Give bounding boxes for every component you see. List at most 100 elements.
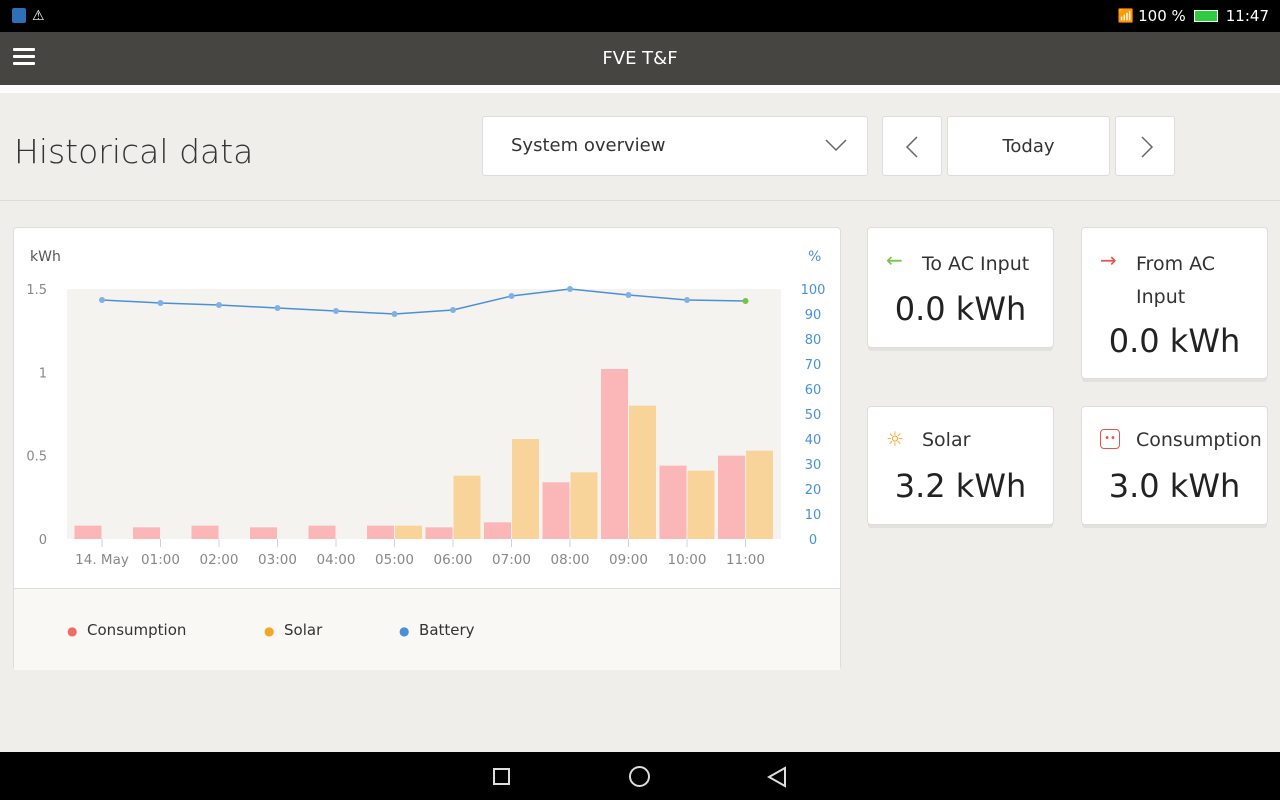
battery-point (684, 297, 690, 303)
x-tick-label: 03:00 (258, 552, 297, 568)
solar-bar (453, 475, 481, 539)
consumption-bar (191, 525, 219, 539)
y2-tick-label: 60 (805, 383, 822, 398)
history-chart-card: kWh% 0 0.5 1 1.5 0 10 20 30 40 50 60 70 80 90 100 14. Ma… (13, 227, 841, 670)
consumption-bar (133, 527, 160, 539)
card-label: Solar (922, 429, 971, 451)
back-button[interactable] (767, 766, 787, 788)
card-from-ac-input: → From AC Input 0.0 kWh (1081, 227, 1268, 379)
battery-percent: 100 % (1138, 7, 1186, 25)
home-button[interactable] (629, 766, 650, 787)
card-consumption: •• Consumption 3.0 kWh (1081, 406, 1268, 525)
x-tick-label: 02:00 (200, 552, 239, 568)
battery-point (99, 297, 105, 303)
chart-legend: ● Consumption ● Solar ● Battery (14, 588, 840, 670)
consumption-bar (718, 455, 745, 539)
chevron-left-icon (905, 136, 918, 158)
y2-tick-label: 30 (805, 458, 822, 473)
consumption-bar (367, 525, 394, 539)
y2-tick-label: 20 (805, 483, 822, 498)
solar-bar (687, 470, 715, 539)
x-tick-label: 11:00 (726, 552, 765, 568)
page-title: Historical data (14, 132, 254, 171)
socket-icon: •• (1100, 429, 1120, 449)
consumption-bar (542, 482, 570, 539)
y-tick-label: 0.5 (26, 450, 47, 465)
prev-period-button[interactable] (882, 116, 942, 176)
wifi-icon: 📶 (1117, 8, 1135, 24)
battery-point (274, 305, 281, 311)
arrow-left-icon: ← (886, 248, 903, 272)
card-value: 3.2 kWh (894, 467, 1027, 505)
y-tick-label: 0 (39, 533, 47, 548)
consumption-bar (601, 369, 628, 539)
recents-button[interactable] (493, 768, 510, 785)
status-bar: ⚠ 📶 100 % 11:47 (0, 0, 1280, 32)
app-icon (12, 8, 26, 23)
y-tick-label: 1.5 (26, 283, 47, 298)
battery-point (742, 298, 749, 304)
consumption-bar (250, 527, 277, 539)
period-button[interactable]: Today (947, 116, 1110, 176)
legend-solar[interactable]: ● Solar (264, 621, 322, 639)
card-label: Consumption (1136, 429, 1262, 451)
card-label: To AC Input (922, 253, 1030, 275)
history-chart: kWh % 0 0.5 1 1.5 0 10 20 30 40 50 60 70 80 90 100 14. Ma… (26, 249, 826, 568)
solar-bar (570, 472, 598, 539)
y2-tick-label: 100 (801, 283, 826, 298)
x-tick-label: 04:00 (317, 552, 356, 568)
warning-icon: ⚠ (32, 8, 45, 24)
battery-point (391, 311, 398, 317)
clock: 11:47 (1225, 7, 1269, 25)
x-tick-label: 07:00 (492, 552, 531, 568)
solar-bar (746, 450, 773, 539)
battery-point (508, 293, 515, 299)
chevron-down-icon (825, 139, 847, 152)
y2-tick-label: 50 (805, 408, 822, 423)
card-to-ac-input: ← To AC Input 0.0 kWh (867, 227, 1054, 348)
card-solar: ☼ Solar 3.2 kWh (867, 406, 1054, 525)
battery-point (567, 286, 573, 292)
solar-bar (512, 439, 539, 539)
card-value: 3.0 kWh (1108, 467, 1241, 505)
y-tick-label: 1 (39, 366, 47, 381)
view-select-value: System overview (511, 135, 666, 156)
card-value: 0.0 kWh (1108, 322, 1241, 360)
solar-bar (395, 525, 422, 539)
x-tick-label: 08:00 (551, 552, 590, 568)
battery-icon (1193, 10, 1218, 22)
x-tick-label: 01:00 (141, 552, 180, 568)
battery-point (625, 292, 632, 298)
sun-icon: ☼ (886, 427, 904, 451)
y2-tick-label: 0 (809, 533, 817, 548)
chevron-right-icon (1141, 136, 1154, 158)
next-period-button[interactable] (1115, 116, 1175, 176)
consumption-bar (659, 465, 687, 539)
card-value: 0.0 kWh (894, 290, 1027, 328)
legend-consumption[interactable]: ● Consumption (67, 621, 186, 639)
battery-point (450, 307, 456, 313)
arrow-right-icon: → (1100, 248, 1117, 272)
app-title: FVE T&F (602, 48, 678, 69)
divider (0, 200, 1280, 201)
view-select[interactable]: System overview (482, 116, 868, 176)
battery-point (333, 308, 339, 314)
card-label: From AC Input (1136, 253, 1216, 308)
x-tick-label: 14. May (75, 552, 129, 568)
battery-point (157, 300, 164, 306)
y2-axis-label: % (808, 249, 821, 265)
x-tick-label: 06:00 (434, 552, 473, 568)
x-tick-label: 10:00 (668, 552, 707, 568)
legend-battery[interactable]: ● Battery (399, 621, 475, 639)
period-label: Today (1002, 136, 1055, 157)
consumption-bar (484, 522, 511, 539)
y2-tick-label: 90 (805, 308, 822, 323)
android-nav-bar (0, 752, 1280, 800)
y2-tick-label: 70 (805, 358, 822, 373)
y-axis-label: kWh (30, 249, 61, 265)
x-tick-label: 05:00 (375, 552, 414, 568)
consumption-bar (74, 525, 102, 539)
y2-tick-label: 80 (805, 333, 822, 348)
consumption-bar (308, 525, 336, 539)
header-strip (0, 85, 1280, 93)
